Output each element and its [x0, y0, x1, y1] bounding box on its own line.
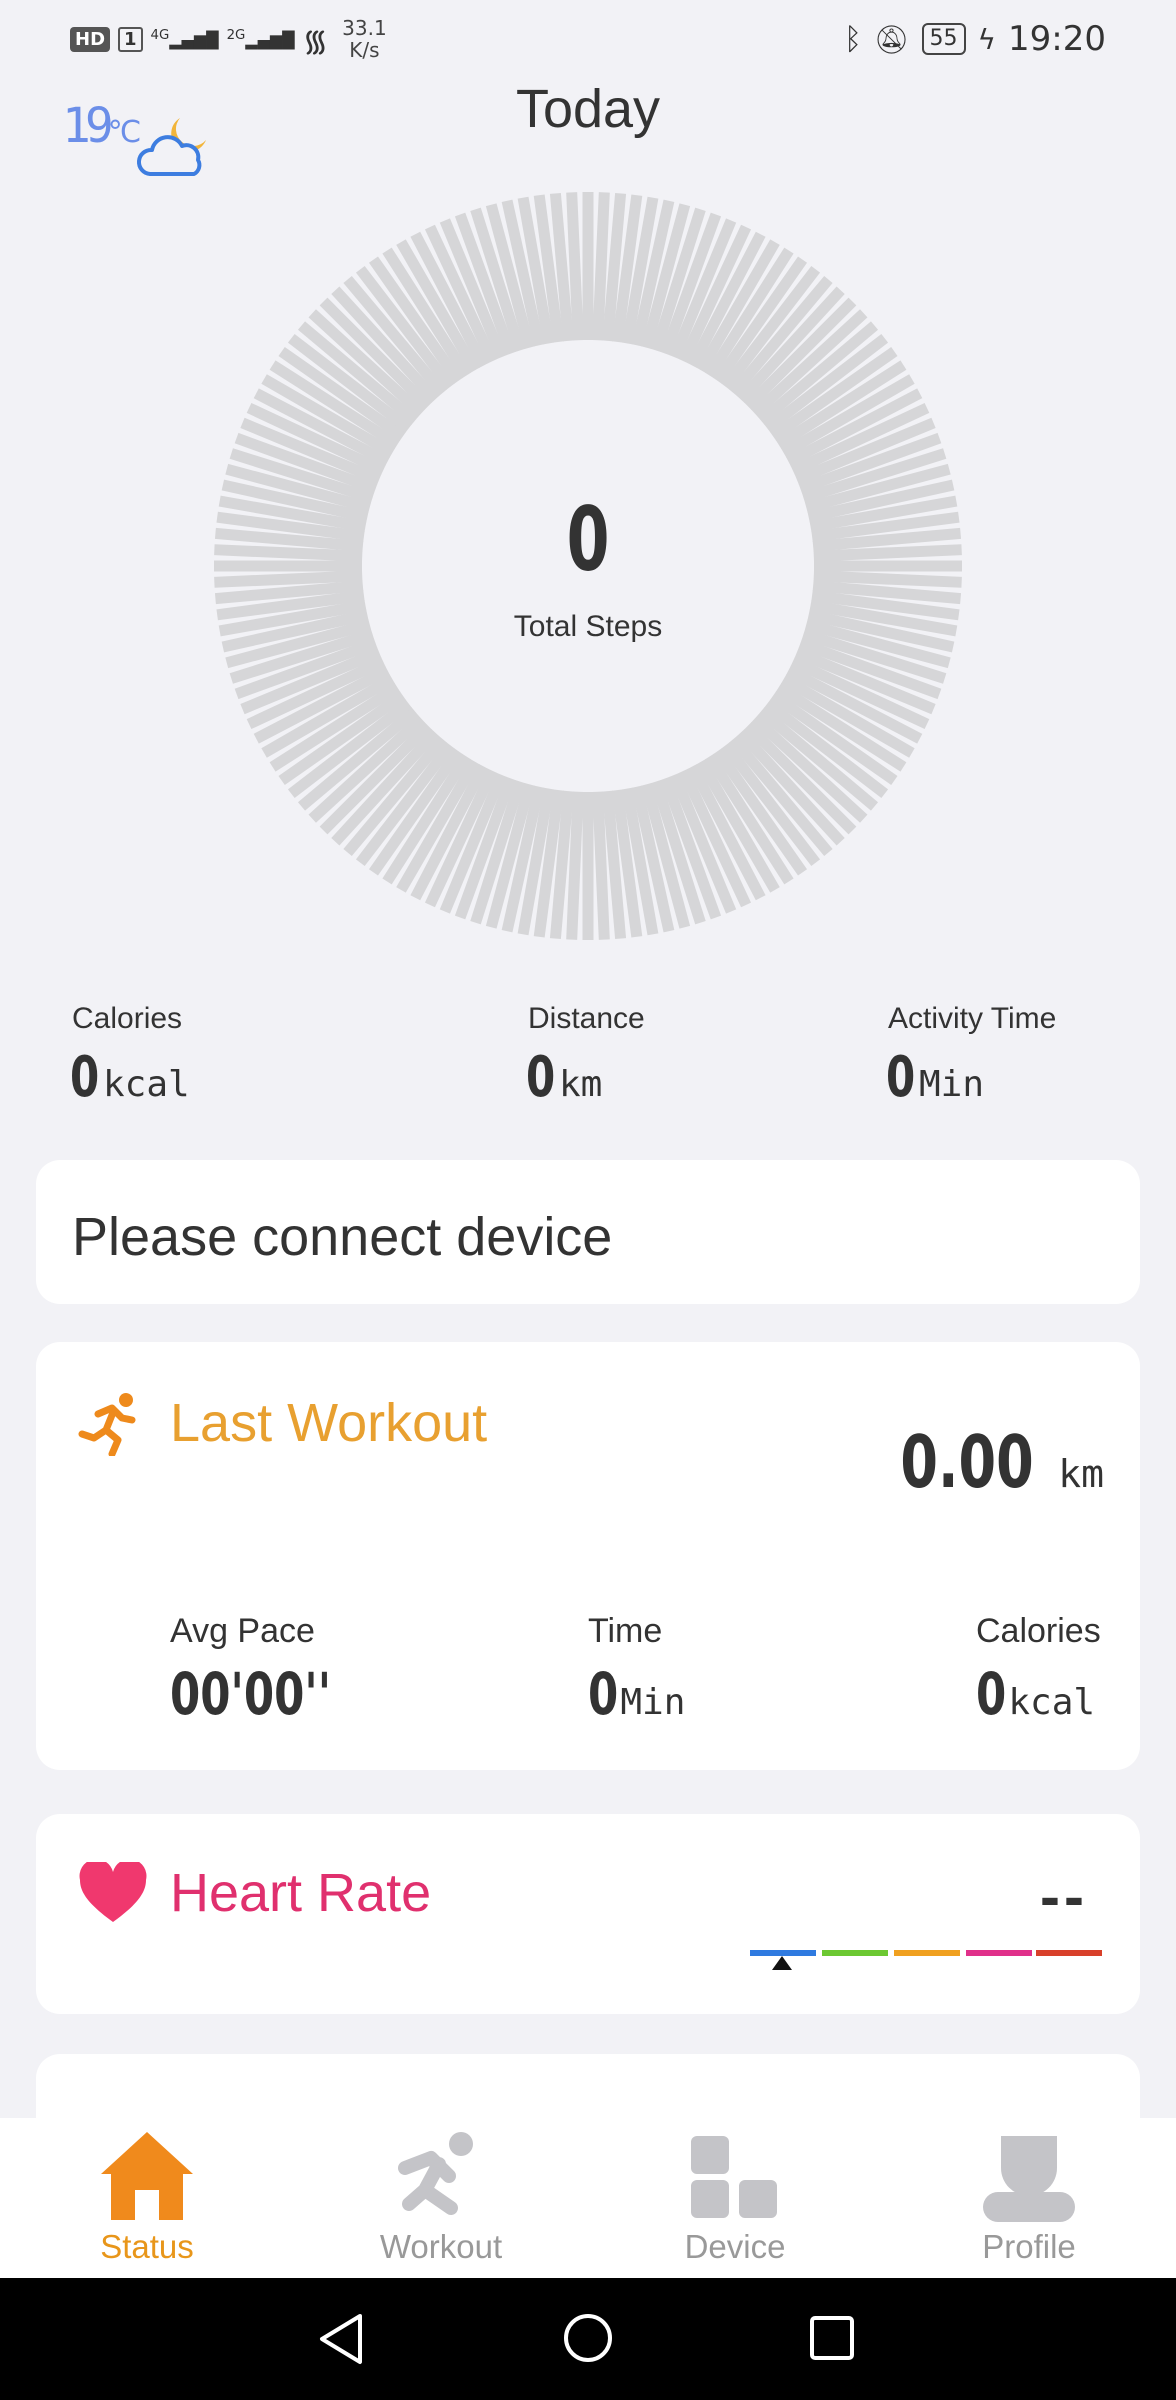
workout-calories-label: Calories	[976, 1612, 1101, 1650]
bottom-tab-bar: Status Workout Device Profile	[0, 2118, 1176, 2278]
workout-time-label: Time	[588, 1612, 663, 1650]
network-speed-value: 33.1	[342, 16, 387, 40]
distance-number: 0	[526, 1045, 556, 1110]
hr-zone-pointer-icon	[772, 1956, 792, 1970]
home-icon	[101, 2132, 193, 2220]
distance-unit: km	[558, 1064, 603, 1105]
calories-unit: kcal	[102, 1064, 190, 1105]
person-icon	[983, 2136, 1075, 2222]
tab-workout[interactable]: Workout	[294, 2118, 588, 2278]
total-steps-value: 0	[566, 488, 610, 591]
ring-tick	[592, 791, 610, 940]
last-workout-distance: 0.00 km	[856, 1420, 1104, 1504]
system-navigation-bar	[0, 2278, 1176, 2400]
tab-device[interactable]: Device	[588, 2118, 882, 2278]
charging-icon: ϟ	[977, 22, 997, 56]
heart-rate-value: --	[1040, 1863, 1088, 1930]
hd-badge: HD	[70, 26, 111, 52]
last-workout-title: Last Workout	[170, 1393, 488, 1453]
activity-time-value: 0 Min	[886, 1045, 984, 1110]
tab-workout-label: Workout	[379, 2228, 503, 2265]
distance-value: 0 km	[526, 1045, 602, 1110]
device-grid-icon	[691, 2128, 785, 2218]
back-icon[interactable]	[316, 2312, 366, 2366]
running-icon	[398, 2132, 473, 2215]
calories-number: 0	[70, 1045, 100, 1110]
tab-status-label: Status	[100, 2228, 194, 2265]
distance-label: Distance	[528, 1002, 645, 1035]
connect-device-text: Please connect device	[72, 1207, 613, 1267]
activity-time-number: 0	[886, 1045, 916, 1110]
tab-status[interactable]: Status	[0, 2118, 294, 2278]
heart-rate-title: Heart Rate	[170, 1863, 432, 1923]
tab-profile-label: Profile	[982, 2228, 1076, 2265]
home-circle-icon[interactable]	[562, 2312, 614, 2364]
recents-icon[interactable]	[808, 2314, 856, 2362]
tab-device-label: Device	[684, 2228, 786, 2265]
bluetooth-icon: ᛒ	[843, 21, 862, 57]
sim-badge: 1	[118, 26, 143, 52]
ring-tick	[592, 192, 610, 341]
last-workout-distance-unit: km	[1058, 1452, 1104, 1496]
signal-type-2: 2G	[226, 28, 246, 44]
hr-zone-3	[894, 1950, 960, 1956]
tab-profile[interactable]: Profile	[882, 2118, 1176, 2278]
battery-icon: 55	[921, 23, 966, 55]
workout-calories-value: 0kcal	[976, 1660, 1095, 1728]
total-steps-label: Total Steps	[513, 610, 663, 643]
last-workout-distance-number: 0.00	[899, 1420, 1034, 1504]
signal-icon-2: 2G▂▄▆█	[226, 28, 295, 50]
activity-time-label: Activity Time	[888, 1002, 1057, 1035]
status-bar-right: ᛒ 🔕︎ 55 ϟ 19:20	[844, 14, 1106, 64]
workout-calories-number: 0	[976, 1660, 1007, 1728]
activity-time-unit: Min	[918, 1064, 984, 1105]
status-bar-left: HD 1 4G▂▄▆█ 2G▂▄▆█ ᯾ 33.1 K/s	[70, 14, 387, 64]
ring-tick	[566, 791, 584, 940]
running-person-icon	[78, 1393, 136, 1456]
signal-type-1: 4G	[150, 28, 170, 44]
workout-calories-unit: kcal	[1008, 1682, 1096, 1723]
ring-tick	[566, 192, 584, 341]
workout-time-value: 0Min	[588, 1660, 685, 1728]
page-title: Today	[515, 79, 661, 139]
network-speed-unit: K/s	[349, 38, 380, 62]
hr-zone-4	[966, 1950, 1032, 1956]
mute-icon: 🔕︎	[873, 22, 910, 56]
calories-value: 0 kcal	[70, 1045, 190, 1110]
wifi-icon: ᯾	[302, 23, 329, 59]
workout-time-unit: Min	[620, 1682, 686, 1723]
avg-pace-label: Avg Pace	[170, 1612, 315, 1650]
heart-icon	[79, 1862, 147, 1922]
calories-label: Calories	[72, 1002, 183, 1035]
connect-device-card[interactable]: Please connect device	[36, 1160, 1140, 1304]
avg-pace-value: 00'00''	[170, 1660, 385, 1728]
hr-zone-5	[1036, 1950, 1102, 1956]
signal-icon: 4G▂▄▆█	[150, 28, 219, 50]
avg-pace-number: 00'00''	[170, 1660, 332, 1728]
hr-zone-2	[822, 1950, 888, 1956]
clock: 19:20	[1008, 19, 1106, 59]
workout-time-number: 0	[588, 1660, 619, 1728]
network-speed: 33.1 K/s	[342, 17, 387, 61]
